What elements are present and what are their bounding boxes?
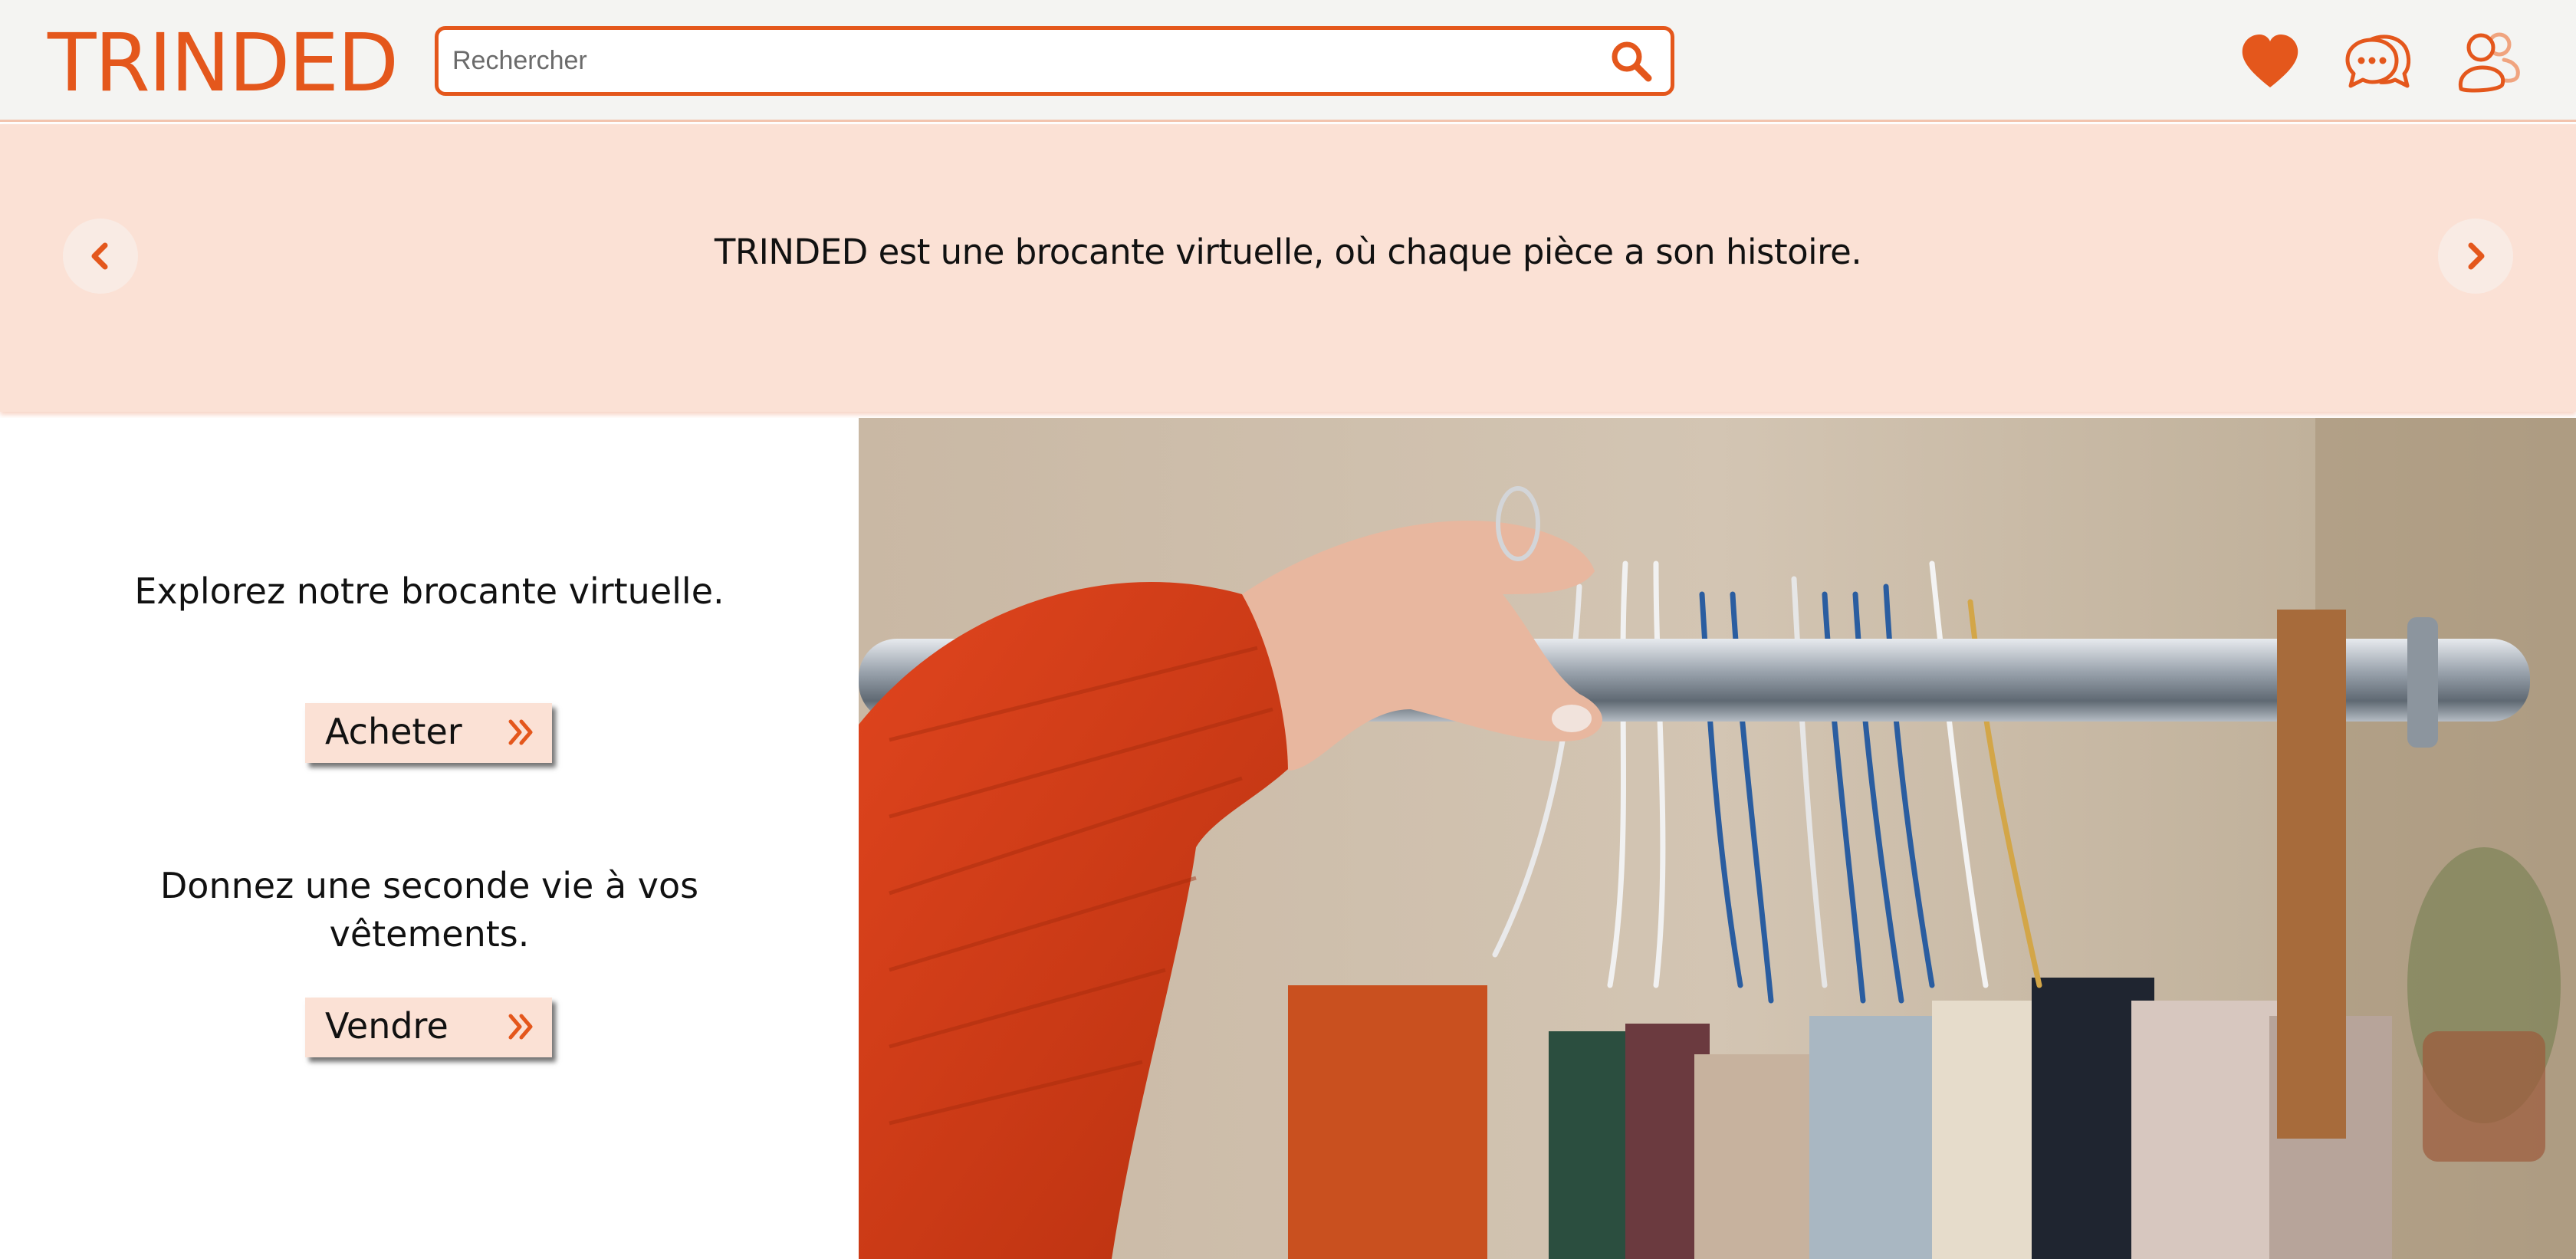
sell-button-label: Vendre <box>325 1005 449 1047</box>
search-input[interactable] <box>452 30 1564 92</box>
double-chevron-right-icon <box>508 1014 533 1040</box>
search-bar <box>435 26 1674 96</box>
top-header: TRINDED <box>0 0 2576 122</box>
cta-panel: Explorez notre brocante virtuelle. Achet… <box>0 418 859 1259</box>
double-chevron-right-icon <box>508 719 533 745</box>
buy-title: Explorez notre brocante virtuelle. <box>134 570 724 612</box>
buy-button[interactable]: Acheter <box>305 703 552 763</box>
chevron-right-icon <box>2468 242 2485 270</box>
search-icon[interactable] <box>1609 39 1654 84</box>
logo[interactable]: TRINDED <box>48 17 399 109</box>
banner-text: TRINDED est une brocante virtuelle, où c… <box>714 232 1862 272</box>
buy-button-label: Acheter <box>325 711 462 752</box>
clothing-rack-photo <box>859 418 2576 1259</box>
heart-icon[interactable] <box>2235 26 2305 97</box>
chat-icon[interactable] <box>2343 26 2413 97</box>
sell-button[interactable]: Vendre <box>305 998 552 1057</box>
users-icon[interactable] <box>2452 26 2522 97</box>
carousel-next-button[interactable] <box>2438 219 2513 294</box>
hero-banner: TRINDED est une brocante virtuelle, où c… <box>0 124 2576 412</box>
sell-title: Donnez une seconde vie à vos vêtements. <box>159 865 699 955</box>
